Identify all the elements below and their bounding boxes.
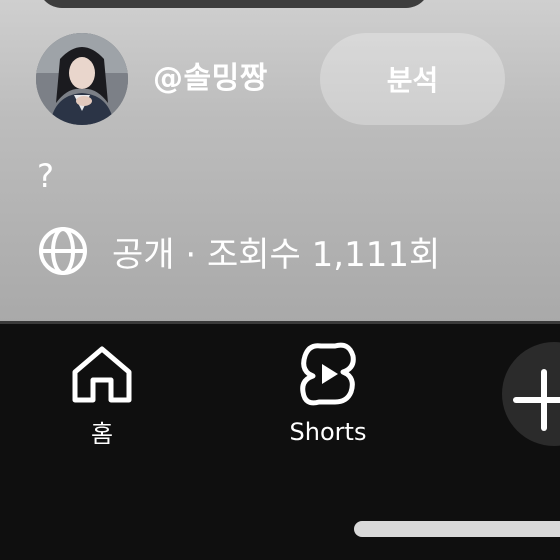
create-button[interactable]: [502, 342, 560, 446]
home-icon: [69, 344, 135, 408]
top-pill-bar: [38, 0, 430, 8]
nav-home-label: 홈: [90, 420, 114, 448]
shorts-icon: [299, 340, 357, 412]
avatar[interactable]: [36, 33, 128, 125]
visibility-and-views: 공개 · 조회수 1,111회: [112, 234, 441, 275]
video-description: ?: [37, 157, 54, 195]
nav-home[interactable]: 홈: [62, 344, 142, 449]
video-meta-row: 공개 · 조회수 1,111회: [36, 224, 440, 278]
avatar-photo: [36, 33, 128, 125]
analytics-button[interactable]: 분석: [320, 33, 505, 125]
screen: @솔밍짱 분석 ? 공개 · 조회수 1,111회 홈 Shorts: [0, 0, 560, 560]
nav-shorts[interactable]: Shorts: [278, 340, 378, 446]
channel-handle[interactable]: @솔밍짱: [153, 55, 268, 103]
home-indicator[interactable]: [354, 521, 560, 537]
plus-icon: [502, 369, 560, 450]
video-info-panel: @솔밍짱 분석 ? 공개 · 조회수 1,111회: [0, 0, 560, 323]
globe-icon: [36, 224, 90, 278]
nav-shorts-label: Shorts: [289, 418, 367, 446]
